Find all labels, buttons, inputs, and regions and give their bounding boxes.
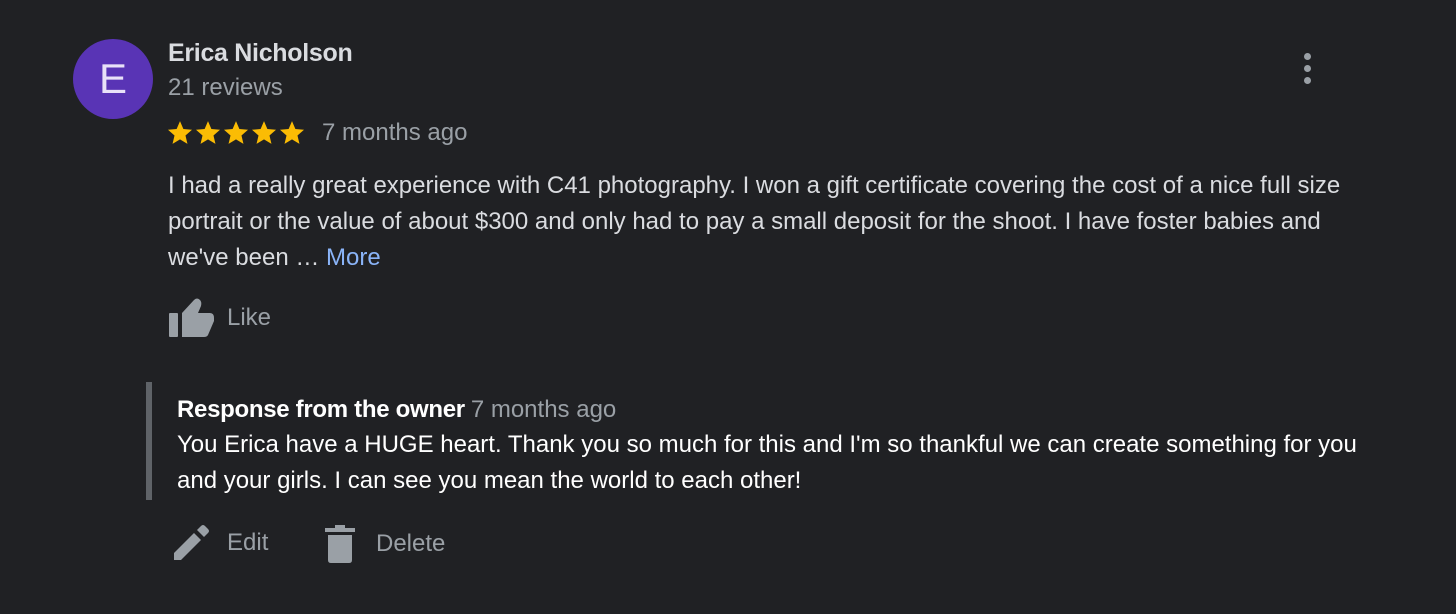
response-title: Response from the owner xyxy=(177,396,465,423)
response-date: 7 months ago xyxy=(470,396,617,423)
delete-button[interactable]: Delete xyxy=(324,524,445,564)
owner-response: Response from the owner 7 months ago You … xyxy=(146,382,1386,500)
star-rating xyxy=(166,119,306,147)
review-count: 21 reviews xyxy=(168,74,283,101)
author-name[interactable]: Erica Nicholson xyxy=(168,39,353,68)
avatar[interactable]: E xyxy=(73,39,153,119)
rating-row: 7 months ago xyxy=(166,119,467,147)
review-card: E Erica Nicholson 21 reviews 7 months ag… xyxy=(0,0,1456,614)
star-icon xyxy=(167,121,193,144)
review-date: 7 months ago xyxy=(322,119,468,146)
delete-label: Delete xyxy=(376,530,446,557)
avatar-initial: E xyxy=(98,55,127,102)
edit-button[interactable]: Edit xyxy=(172,524,268,562)
star-icon xyxy=(279,121,305,144)
more-vertical-icon[interactable] xyxy=(1290,46,1324,90)
star-icon xyxy=(223,121,249,144)
star-icon xyxy=(251,121,277,144)
thumbs-up-icon xyxy=(169,298,214,337)
response-header: Response from the owner 7 months ago xyxy=(177,395,1386,425)
pencil-icon xyxy=(174,525,209,560)
more-link[interactable]: More xyxy=(326,244,381,271)
star-icon xyxy=(195,121,221,144)
response-text: You Erica have a HUGE heart. Thank you s… xyxy=(177,431,1357,494)
like-label: Like xyxy=(227,304,272,331)
edit-label: Edit xyxy=(227,529,269,556)
like-button[interactable]: Like xyxy=(167,296,271,340)
review-text: I had a really great experience with C41… xyxy=(168,168,1368,276)
trash-icon xyxy=(325,525,355,563)
